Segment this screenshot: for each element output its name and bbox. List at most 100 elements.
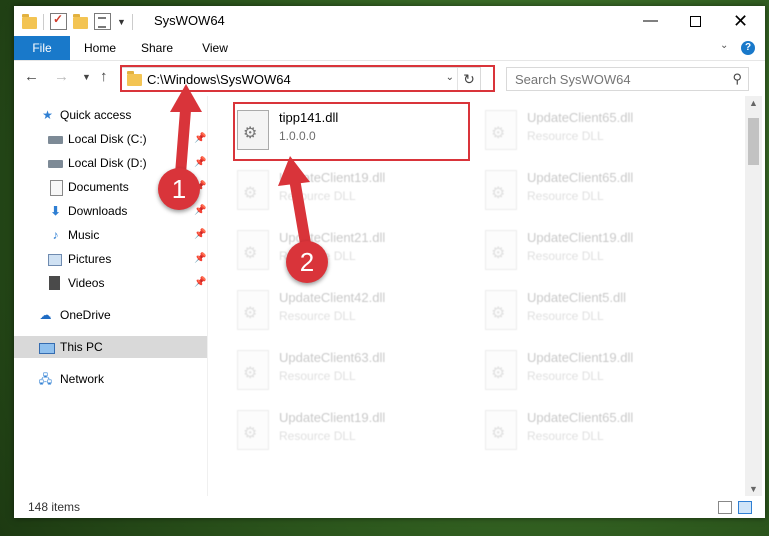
dll-file-gear-icon [237,170,269,210]
scroll-up-arrow-icon[interactable]: ▲ [745,98,762,108]
documents-icon [50,180,63,196]
star-icon: ★ [42,108,53,122]
pin-icon[interactable]: 📌 [194,128,206,150]
dll-file-gear-icon [485,410,517,450]
maximize-button[interactable] [673,6,718,36]
sidebar-item-local-disk-c[interactable]: Local Disk (C:) 📌 [14,128,208,150]
dll-file-gear-icon [485,170,517,210]
file-item[interactable]: UpdateClient19.dll Resource DLL [209,404,449,460]
file-highlight [233,102,470,161]
file-item[interactable]: UpdateClient5.dll Resource DLL [457,284,697,340]
ribbon-tabs: File Home Share View ⌄ ? [14,36,765,61]
sidebar-item-label: This PC [60,340,103,354]
dll-file-gear-icon [485,350,517,390]
status-bar: 148 items [14,496,765,518]
tab-share[interactable]: Share [136,36,178,60]
file-item[interactable]: UpdateClient19.dll Resource DLL [209,164,449,220]
pictures-icon [48,254,62,266]
up-arrow-icon[interactable]: ↑ [100,68,108,85]
this-pc-icon [39,343,55,354]
search-box[interactable]: ⚲ [506,67,749,91]
videos-icon [49,276,60,290]
disk-icon [48,136,63,144]
dll-file-gear-icon [485,110,517,150]
toolbar-divider [131,13,133,30]
file-item[interactable]: UpdateClient19.dll Resource DLL [457,224,697,280]
details-view-icon[interactable] [718,501,732,514]
file-explorer-window: ▼ SysWOW64 — ✕ File Home Share View ⌄ ? … [14,6,765,518]
file-item[interactable]: UpdateClient21.dll Resource DLL [209,224,449,280]
disk-icon [48,160,63,168]
pin-icon[interactable]: 📌 [194,272,206,294]
minimize-button[interactable]: — [628,6,673,36]
sidebar-item-label: Quick access [60,108,132,122]
sidebar-item-label: Pictures [68,252,112,266]
pin-icon[interactable]: 📌 [194,224,206,246]
file-item[interactable]: UpdateClient42.dll Resource DLL [209,284,449,340]
recent-locations-chevron-icon[interactable]: ▼ [82,72,91,82]
back-arrow-icon[interactable]: ← [24,68,39,85]
sidebar-item-this-pc[interactable]: This PC [14,336,208,358]
file-name: UpdateClient42.dll [279,290,386,305]
sidebar-item-onedrive[interactable]: ☁ OneDrive [14,304,208,326]
file-type: Resource DLL [527,369,604,383]
dll-file-gear-icon [485,230,517,270]
file-name: UpdateClient19.dll [279,410,386,425]
dll-file-gear-icon [237,350,269,390]
customize-toolbar-dropdown-icon[interactable]: ▼ [117,17,126,27]
vertical-scrollbar[interactable]: ▲ ▼ [745,96,762,496]
search-input[interactable] [513,68,717,90]
forward-arrow-icon[interactable]: → [54,68,69,85]
pane-divider[interactable] [207,96,208,496]
pin-icon[interactable]: 📌 [194,152,206,174]
folder-icon[interactable] [22,13,37,29]
file-type: Resource DLL [279,429,356,443]
file-item[interactable]: UpdateClient65.dll Resource DLL [457,164,697,220]
file-item[interactable]: UpdateClient65.dll Resource DLL [457,104,697,160]
sidebar-item-label: Documents [68,180,129,194]
sidebar-item-label: Local Disk (C:) [68,132,147,146]
file-type: Resource DLL [527,189,604,203]
tab-home[interactable]: Home [82,36,118,60]
window-title: SysWOW64 [154,13,225,28]
scroll-down-arrow-icon[interactable]: ▼ [745,484,762,494]
file-name: UpdateClient65.dll [527,110,634,125]
file-name: UpdateClient19.dll [527,350,634,365]
search-icon[interactable]: ⚲ [732,71,742,87]
new-folder-icon[interactable] [73,13,88,29]
sidebar-item-network[interactable]: 🖧 Network [14,368,208,390]
large-icons-view-icon[interactable] [738,501,752,514]
sidebar-item-pictures[interactable]: Pictures 📌 [14,248,208,270]
onedrive-icon: ☁ [39,308,52,322]
file-name: UpdateClient19.dll [527,230,634,245]
pin-icon[interactable]: 📌 [194,248,206,270]
sidebar-item-label: Music [68,228,100,242]
sidebar-item-quick-access[interactable]: ★ Quick access [14,104,208,126]
sidebar-item-label: Downloads [68,204,128,218]
dll-file-gear-icon [485,290,517,330]
file-name: UpdateClient21.dll [279,230,386,245]
file-item[interactable]: UpdateClient63.dll Resource DLL [209,344,449,400]
file-name: UpdateClient19.dll [279,170,386,185]
address-bar-highlight [120,65,495,92]
tab-file[interactable]: File [14,36,70,60]
dll-file-gear-icon [237,230,269,270]
rename-icon[interactable] [94,13,111,30]
pin-icon[interactable]: 📌 [194,200,206,222]
network-icon: 🖧 [38,372,53,386]
expand-ribbon-chevron-icon[interactable]: ⌄ [720,40,728,51]
close-button[interactable]: ✕ [718,6,763,36]
help-icon[interactable]: ? [741,41,755,55]
step-2-badge: 2 [286,241,328,283]
file-item[interactable]: UpdateClient19.dll Resource DLL [457,344,697,400]
file-item[interactable]: UpdateClient65.dll Resource DLL [457,404,697,460]
sidebar-item-music[interactable]: ♪ Music 📌 [14,224,208,246]
properties-check-icon[interactable] [50,12,67,30]
file-name: UpdateClient65.dll [527,410,634,425]
tab-view[interactable]: View [198,36,232,60]
sidebar-item-videos[interactable]: Videos 📌 [14,272,208,294]
file-type: Resource DLL [527,309,604,323]
sidebar-item-label: Local Disk (D:) [68,156,147,170]
file-name: UpdateClient65.dll [527,170,634,185]
scroll-thumb[interactable] [748,118,759,165]
